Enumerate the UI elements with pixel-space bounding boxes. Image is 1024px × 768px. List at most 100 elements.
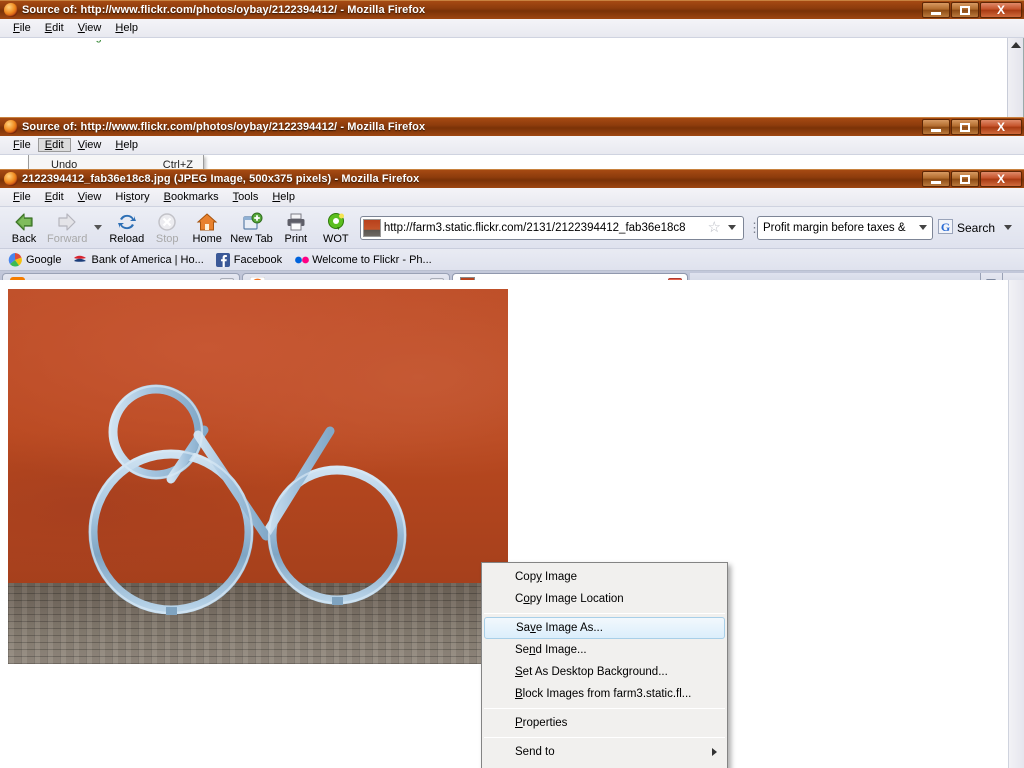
bookmark-flickr[interactable]: Welcome to Flickr - Ph... <box>290 252 436 268</box>
page-vertical-scrollbar[interactable] <box>1008 280 1024 768</box>
minimize-button[interactable] <box>922 119 950 135</box>
navigation-toolbar[interactable]: Back Forward Reload <box>0 207 1024 249</box>
address-bar[interactable]: http://farm3.static.flickr.com/2131/2122… <box>360 216 744 240</box>
image-viewer-photo[interactable] <box>8 289 508 664</box>
close-button[interactable]: X <box>980 2 1022 18</box>
menu-edit[interactable]: Edit <box>38 21 71 35</box>
back-button[interactable]: Back <box>4 208 44 248</box>
menu-view[interactable]: View <box>71 190 109 204</box>
home-icon <box>196 211 218 233</box>
menu-edit[interactable]: Edit <box>38 190 71 204</box>
chevron-down-icon[interactable] <box>94 225 102 230</box>
maximize-button[interactable] <box>951 119 979 135</box>
wot-label: WOT <box>323 234 349 245</box>
url-text[interactable]: http://farm3.static.flickr.com/2131/2122… <box>384 222 706 234</box>
reload-icon <box>116 211 138 233</box>
bookmark-label: Bank of America | Ho... <box>91 254 203 266</box>
minimize-button[interactable] <box>922 171 950 187</box>
menu-view[interactable]: View <box>71 138 109 152</box>
search-button[interactable]: G Search <box>935 219 1020 237</box>
context-item-properties[interactable]: Properties <box>482 712 727 734</box>
context-item-send-image[interactable]: Send Image... <box>482 639 727 661</box>
stop-icon <box>156 211 178 233</box>
reload-button[interactable]: Reload <box>106 208 147 248</box>
print-button[interactable]: Print <box>276 208 316 248</box>
search-input[interactable]: Profit margin before taxes & <box>758 222 914 234</box>
home-button[interactable]: Home <box>187 208 227 248</box>
window-controls[interactable]: X <box>922 119 1022 135</box>
bookmark-label: Google <box>26 254 61 266</box>
menu-help[interactable]: Help <box>108 138 145 152</box>
chevron-down-icon[interactable] <box>919 225 927 230</box>
context-item-copy-image[interactable]: Copy Image <box>482 566 727 588</box>
titlebar-source-back[interactable]: Source of: http://www.flickr.com/photos/… <box>0 0 1024 19</box>
new-tab-label: New Tab <box>230 234 273 245</box>
window-source-middle[interactable]: Source of: http://www.flickr.com/photos/… <box>0 117 1024 172</box>
bookmark-label: Facebook <box>234 254 282 266</box>
search-label: Search <box>957 221 995 235</box>
context-item-label: Save Image As... <box>516 622 603 634</box>
window-source-back[interactable]: Source of: http://www.flickr.com/photos/… <box>0 0 1024 120</box>
menubar-source-middle[interactable]: File Edit View Help <box>0 136 1024 155</box>
wot-button[interactable]: WOT <box>316 208 356 248</box>
page-favicon-icon <box>363 219 381 237</box>
context-menu-separator <box>484 737 725 738</box>
menubar-source-back[interactable]: File Edit View Help <box>0 19 1024 38</box>
menu-file[interactable]: File <box>6 138 38 152</box>
menu-history[interactable]: History <box>108 190 156 204</box>
forward-label: Forward <box>47 234 87 245</box>
menu-file[interactable]: File <box>6 21 38 35</box>
window-title: 2122394412_fab36e18c8.jpg (JPEG Image, 5… <box>22 173 419 185</box>
context-item-save-image-as[interactable]: Save Image As... <box>484 617 725 639</box>
close-button[interactable]: X <box>980 119 1022 135</box>
maximize-button[interactable] <box>951 2 979 18</box>
bookmark-facebook[interactable]: Facebook <box>212 252 286 268</box>
menu-help[interactable]: Help <box>265 190 302 204</box>
context-item-send-to[interactable]: Send to <box>482 741 727 763</box>
image-context-menu[interactable]: Copy Image Copy Image Location Save Imag… <box>481 562 728 768</box>
forward-button[interactable]: Forward <box>44 208 90 248</box>
titlebar-source-middle[interactable]: Source of: http://www.flickr.com/photos/… <box>0 117 1024 136</box>
bookmark-star-icon[interactable]: ☆ <box>706 221 723 235</box>
context-item-label: Copy Image <box>515 571 577 583</box>
bookmark-bank-of-america[interactable]: Bank of America | Ho... <box>69 252 207 268</box>
new-tab-button[interactable]: New Tab <box>227 208 276 248</box>
titlebar-image-front[interactable]: 2122394412_fab36e18c8.jpg (JPEG Image, 5… <box>0 169 1024 188</box>
menu-help[interactable]: Help <box>108 21 145 35</box>
menu-bookmarks[interactable]: Bookmarks <box>157 190 226 204</box>
bookmarks-toolbar[interactable]: Google Bank of America | Ho... <box>0 249 1024 271</box>
toolbar-gripper[interactable]: ⋮⋮ <box>748 220 757 236</box>
bookmark-google[interactable]: Google <box>4 252 65 268</box>
context-item-label: Send to <box>515 746 555 758</box>
menu-tools[interactable]: Tools <box>226 190 266 204</box>
menu-view[interactable]: View <box>71 21 109 35</box>
context-item-block-images[interactable]: Block Images from farm3.static.fl... <box>482 683 727 705</box>
window-image-front[interactable]: 2122394412_fab36e18c8.jpg (JPEG Image, 5… <box>0 169 1024 768</box>
minimize-button[interactable] <box>922 2 950 18</box>
context-item-page-info[interactable]: Page Info <box>482 763 727 768</box>
context-item-set-as-desktop-background[interactable]: Set As Desktop Background... <box>482 661 727 683</box>
window-controls[interactable]: X <box>922 2 1022 18</box>
google-icon <box>8 253 22 267</box>
chevron-down-icon[interactable] <box>728 225 736 230</box>
context-menu-separator <box>484 708 725 709</box>
menubar-image-front[interactable]: File Edit View History Bookmarks Tools H… <box>0 188 1024 207</box>
stop-button[interactable]: Stop <box>147 208 187 248</box>
context-item-copy-image-location[interactable]: Copy Image Location <box>482 588 727 610</box>
search-bar[interactable]: Profit margin before taxes & <box>757 216 933 240</box>
svg-text:G: G <box>941 220 950 234</box>
close-button[interactable]: X <box>980 171 1022 187</box>
wot-shield-icon <box>325 211 347 233</box>
source-view-body: <!-- Conf Tag: ASDS --> <box>0 38 1024 120</box>
vertical-scrollbar[interactable] <box>1007 38 1023 120</box>
firefox-icon <box>4 3 18 17</box>
menu-edit[interactable]: Edit <box>38 138 71 152</box>
maximize-button[interactable] <box>951 171 979 187</box>
window-controls[interactable]: X <box>922 171 1022 187</box>
printer-icon <box>285 211 307 233</box>
scroll-up-icon[interactable] <box>1011 42 1021 48</box>
back-arrow-icon <box>13 211 35 233</box>
menu-file[interactable]: File <box>6 190 38 204</box>
page-content-area: Copy Image Copy Image Location Save Imag… <box>0 280 1024 768</box>
chevron-down-icon[interactable] <box>1004 225 1012 230</box>
